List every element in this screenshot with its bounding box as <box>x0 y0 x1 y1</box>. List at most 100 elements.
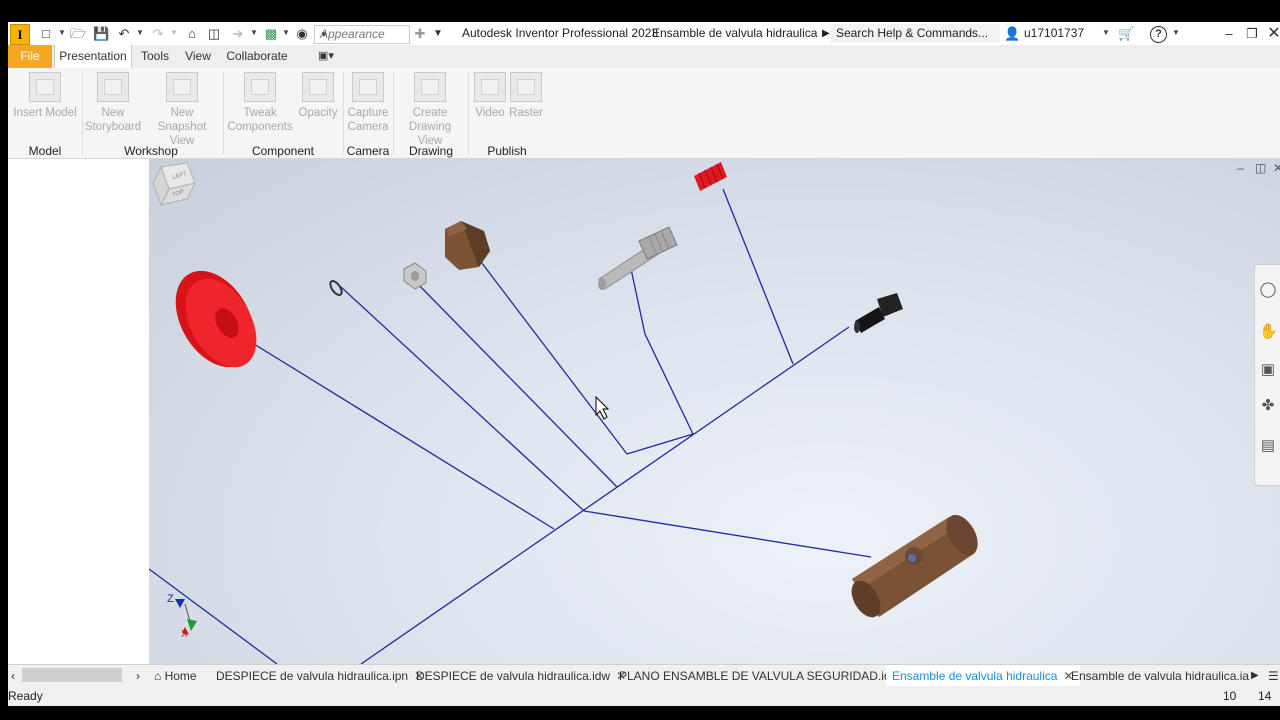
chevron-down-icon[interactable]: ▼ <box>58 28 66 37</box>
chevron-down-icon[interactable]: ▼ <box>170 28 178 37</box>
app-title: Autodesk Inventor Professional 2023 <box>462 26 659 40</box>
ribbon-options-icon[interactable]: ▣▾ <box>312 45 340 68</box>
graphics-viewport[interactable]: Z X TOP LEFT – ◫ ✕ ◯ ✋ ▣ ✤ ▤ <box>149 159 1280 664</box>
home-icon[interactable]: ⌂ <box>184 26 200 41</box>
o-ring-part[interactable] <box>328 279 344 297</box>
horizontal-scrollbar[interactable] <box>22 668 122 682</box>
capture-label-1: Capture <box>347 107 389 119</box>
tab-presentation[interactable]: Presentation <box>54 45 132 68</box>
cart-icon[interactable]: 🛒 <box>1118 26 1134 41</box>
pan-icon[interactable]: ✋ <box>1259 323 1278 341</box>
raster-button[interactable]: Raster <box>508 72 544 120</box>
tab-view[interactable]: View <box>180 45 216 68</box>
doc-tab[interactable]: DESPIECE de valvula hidraulica.ipn ✕ <box>216 665 424 687</box>
navigation-bar: ◯ ✋ ▣ ✤ ▤ <box>1254 264 1280 486</box>
create-drawing-view-button[interactable]: Create Drawing View <box>395 72 465 148</box>
chevron-down-icon: ▼ <box>320 30 328 39</box>
exploded-view: Z X <box>149 162 985 664</box>
black-bolt-part[interactable] <box>854 293 903 333</box>
insert-model-label: Insert Model <box>13 107 77 119</box>
tweak-components-button[interactable]: Tweak Components <box>226 72 294 134</box>
orbit-icon[interactable]: ✤ <box>1259 397 1277 415</box>
doc-tab-label: DESPIECE de valvula hidraulica.idw <box>416 669 611 683</box>
save-icon[interactable]: 💾 <box>93 26 109 41</box>
inventor-logo-icon[interactable]: I <box>10 24 30 45</box>
viewcube[interactable]: TOP LEFT <box>149 159 199 209</box>
restore-icon[interactable]: ❐ <box>1244 26 1260 41</box>
small-nut-part[interactable] <box>403 262 427 290</box>
trail-lines <box>149 188 872 664</box>
doc-tab[interactable]: Ensamble de valvula hidraulica.ia <box>1071 665 1249 687</box>
viewport-restore-icon[interactable]: ◫ <box>1255 161 1266 175</box>
viewport-minimize-icon[interactable]: – <box>1237 161 1244 175</box>
doc-tab[interactable]: PLANO ENSAMBLE DE VALVULA SEGURIDAD.idw✕ <box>619 665 915 687</box>
insert-model-button[interactable]: Insert Model <box>10 72 80 120</box>
tab-file[interactable]: File <box>8 45 52 68</box>
help-icon[interactable]: ? <box>1150 26 1167 43</box>
model-browser[interactable] <box>8 159 150 664</box>
tab-menu-icon[interactable]: ☰ <box>1268 665 1279 687</box>
document-title: Ensamble de valvula hidraulica <box>652 26 818 40</box>
search-input[interactable]: Search Help & Commands... <box>830 24 1000 43</box>
tab-collaborate[interactable]: Collaborate <box>222 45 292 68</box>
video-button[interactable]: Video <box>471 72 509 120</box>
material-icon[interactable]: ◉ <box>294 26 310 41</box>
axis-x-label: X <box>181 629 188 640</box>
zoom-icon[interactable]: ▣ <box>1259 361 1277 379</box>
viewport-close-icon[interactable]: ✕ <box>1273 161 1280 175</box>
new-snapshot-button[interactable]: New Snapshot View <box>144 72 220 148</box>
new-storyboard-button[interactable]: New Storyboard <box>84 72 142 134</box>
chevron-down-icon[interactable]: ▼ <box>1172 28 1180 37</box>
tab-home[interactable]: ⌂ Home <box>154 665 197 687</box>
redo-icon[interactable]: ↷ <box>150 26 166 41</box>
valve-body-part[interactable] <box>846 509 985 622</box>
bolt-part[interactable] <box>598 226 678 290</box>
tweak-icon <box>244 72 276 102</box>
user-icon[interactable]: 👤 <box>1004 26 1020 41</box>
video-label: Video <box>475 107 505 119</box>
status-count-b: 14 <box>1258 689 1272 703</box>
scroll-left-icon[interactable]: ‹ <box>11 665 15 687</box>
doc-tab-label: DESPIECE de valvula hidraulica.ipn <box>216 669 409 683</box>
chevron-down-icon[interactable]: ▼ <box>136 28 144 37</box>
doc-tab-label: PLANO ENSAMBLE DE VALVULA SEGURIDAD.idw <box>619 669 900 683</box>
chevron-down-icon[interactable]: ▼ <box>250 28 258 37</box>
group-camera: Camera <box>346 144 390 158</box>
insert-model-icon <box>29 72 61 102</box>
bronze-nut-part[interactable] <box>445 221 490 270</box>
red-knob-part[interactable] <box>160 257 271 381</box>
group-drawing: Drawing <box>408 144 453 158</box>
opacity-button[interactable]: Opacity <box>296 72 340 120</box>
update-icon[interactable]: ▩ <box>263 26 279 41</box>
snapshot-icon <box>166 72 198 102</box>
minimize-icon[interactable]: – <box>1221 26 1237 41</box>
adjust-icon[interactable]: ✚ <box>412 26 428 41</box>
doc-tab-label: Ensamble de valvula hidraulica <box>892 669 1058 683</box>
scroll-right-icon[interactable]: › <box>136 665 140 687</box>
new-file-icon[interactable]: □ <box>38 26 54 41</box>
inventor-window: I □ ▼ 🗁 💾 ↶ ▼ ↷ ▼ ⌂ ◫ ➜ ▼ ▩ ▼ ◉ Appearan… <box>8 22 1280 706</box>
doc-tab[interactable]: DESPIECE de valvula hidraulica.idw ✕ <box>416 665 626 687</box>
doc-tab-label: Ensamble de valvula hidraulica.ia <box>1071 669 1250 683</box>
look-at-icon[interactable]: ▤ <box>1259 437 1277 455</box>
undo-icon[interactable]: ↶ <box>116 26 132 41</box>
capture-camera-button[interactable]: Capture Camera <box>345 72 391 134</box>
opacity-icon <box>302 72 334 102</box>
return-icon[interactable]: ◫ <box>206 26 222 41</box>
chevron-down-icon[interactable]: ▼ <box>282 28 290 37</box>
close-icon[interactable]: ✕ <box>1266 26 1280 42</box>
raster-label: Raster <box>509 107 543 119</box>
play-icon[interactable]: ▶ <box>822 28 830 39</box>
chevron-down-icon[interactable]: ▼ <box>1102 28 1110 37</box>
arrow-right-icon[interactable]: ➜ <box>230 26 246 41</box>
open-folder-icon[interactable]: 🗁 <box>70 26 86 41</box>
steering-wheel-icon[interactable]: ◯ <box>1259 281 1277 299</box>
username[interactable]: u17101737 <box>1024 26 1084 40</box>
tab-scroll-right-icon[interactable]: ▶ <box>1251 665 1259 687</box>
customize-icon[interactable]: ▼ <box>430 26 446 41</box>
spring-part[interactable] <box>694 162 727 191</box>
tab-tools[interactable]: Tools <box>136 45 174 68</box>
status-bar: Ready 10 14 <box>8 686 1280 706</box>
video-icon <box>474 72 506 102</box>
appearance-select[interactable]: Appearance ▼ <box>314 25 410 44</box>
